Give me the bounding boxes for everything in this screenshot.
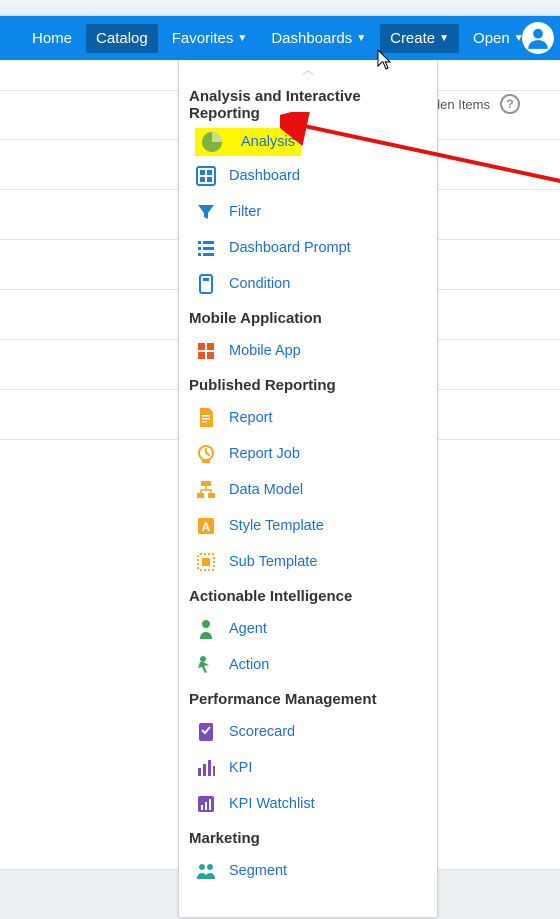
segment-icon — [195, 860, 217, 882]
menu-report-job-label: Report Job — [229, 446, 300, 462]
menu-kpi-watchlist[interactable]: KPI Watchlist — [179, 786, 437, 822]
person-icon — [525, 25, 551, 51]
data-model-icon — [195, 479, 217, 501]
sub-template-icon — [195, 551, 217, 573]
nav-catalog[interactable]: Catalog — [86, 24, 158, 53]
menu-report[interactable]: Report — [179, 400, 437, 436]
section-analysis: Analysis and Interactive Reporting — [179, 80, 437, 128]
menu-data-model[interactable]: Data Model — [179, 472, 437, 508]
kpi-watchlist-icon — [195, 793, 217, 815]
menu-analysis[interactable]: Analysis — [195, 128, 301, 156]
nav-dashboards[interactable]: Dashboards ▼ — [261, 24, 376, 53]
analysis-icon — [201, 131, 223, 153]
menu-dashboard[interactable]: Dashboard — [179, 158, 437, 194]
create-dropdown: ︿ Analysis and Interactive Reporting Ana… — [178, 60, 438, 918]
menu-condition[interactable]: Condition — [179, 266, 437, 302]
hidden-items-text: den Items — [433, 97, 490, 112]
hidden-items-area: den Items ? — [433, 94, 520, 114]
section-marketing: Marketing — [179, 822, 437, 853]
menu-report-label: Report — [229, 410, 273, 426]
top-strip — [0, 0, 560, 16]
menu-filter[interactable]: Filter — [179, 194, 437, 230]
menu-agent-label: Agent — [229, 621, 267, 637]
style-template-icon: A — [195, 515, 217, 537]
dashboard-prompt-icon — [195, 237, 217, 259]
nav-open-label: Open — [473, 30, 510, 47]
menu-kpi-watchlist-label: KPI Watchlist — [229, 796, 315, 812]
kpi-icon — [195, 757, 217, 779]
scorecard-icon — [195, 721, 217, 743]
menu-mobile-app[interactable]: Mobile App — [179, 333, 437, 369]
menu-style-template[interactable]: A Style Template — [179, 508, 437, 544]
nav-create[interactable]: Create ▼ — [380, 24, 459, 53]
action-icon — [195, 654, 217, 676]
help-icon[interactable]: ? — [500, 94, 520, 114]
menu-scorecard[interactable]: Scorecard — [179, 714, 437, 750]
svg-text:A: A — [202, 520, 211, 534]
menu-sub-template-label: Sub Template — [229, 554, 317, 570]
scroll-up-icon[interactable]: ︿ — [179, 64, 437, 80]
menu-analysis-label: Analysis — [241, 134, 295, 150]
section-performance: Performance Management — [179, 683, 437, 714]
menu-agent[interactable]: Agent — [179, 611, 437, 647]
menu-mobile-app-label: Mobile App — [229, 343, 301, 359]
menu-action-label: Action — [229, 657, 269, 673]
nav-home[interactable]: Home — [22, 24, 82, 53]
nav-catalog-label: Catalog — [96, 30, 148, 47]
nav-favorites-label: Favorites — [172, 30, 234, 47]
menu-kpi[interactable]: KPI — [179, 750, 437, 786]
menu-segment-label: Segment — [229, 863, 287, 879]
menu-condition-label: Condition — [229, 276, 290, 292]
nav-favorites[interactable]: Favorites ▼ — [162, 24, 258, 53]
menu-dashboard-label: Dashboard — [229, 168, 300, 184]
menu-dashboard-prompt-label: Dashboard Prompt — [229, 240, 351, 256]
section-actionable: Actionable Intelligence — [179, 580, 437, 611]
chevron-down-icon: ▼ — [237, 33, 247, 44]
menu-report-job[interactable]: Report Job — [179, 436, 437, 472]
section-published: Published Reporting — [179, 369, 437, 400]
report-icon — [195, 407, 217, 429]
menu-scorecard-label: Scorecard — [229, 724, 295, 740]
chevron-down-icon: ▼ — [439, 33, 449, 44]
menu-data-model-label: Data Model — [229, 482, 303, 498]
section-mobile: Mobile Application — [179, 302, 437, 333]
mobile-app-icon — [195, 340, 217, 362]
menu-filter-label: Filter — [229, 204, 261, 220]
nav-dashboards-label: Dashboards — [271, 30, 352, 47]
chevron-down-icon: ▼ — [356, 33, 366, 44]
nav-home-label: Home — [32, 30, 72, 47]
menu-dashboard-prompt[interactable]: Dashboard Prompt — [179, 230, 437, 266]
agent-icon — [195, 618, 217, 640]
menu-action[interactable]: Action — [179, 647, 437, 683]
menu-style-template-label: Style Template — [229, 518, 324, 534]
dashboard-icon — [195, 165, 217, 187]
report-job-icon — [195, 443, 217, 465]
menu-segment[interactable]: Segment — [179, 853, 437, 889]
user-avatar[interactable] — [522, 22, 554, 54]
condition-icon — [195, 273, 217, 295]
main-nav-bar: Home Catalog Favorites ▼ Dashboards ▼ Cr… — [0, 16, 560, 60]
nav-create-label: Create — [390, 30, 435, 47]
menu-kpi-label: KPI — [229, 760, 252, 776]
filter-icon — [195, 201, 217, 223]
menu-sub-template[interactable]: Sub Template — [179, 544, 437, 580]
